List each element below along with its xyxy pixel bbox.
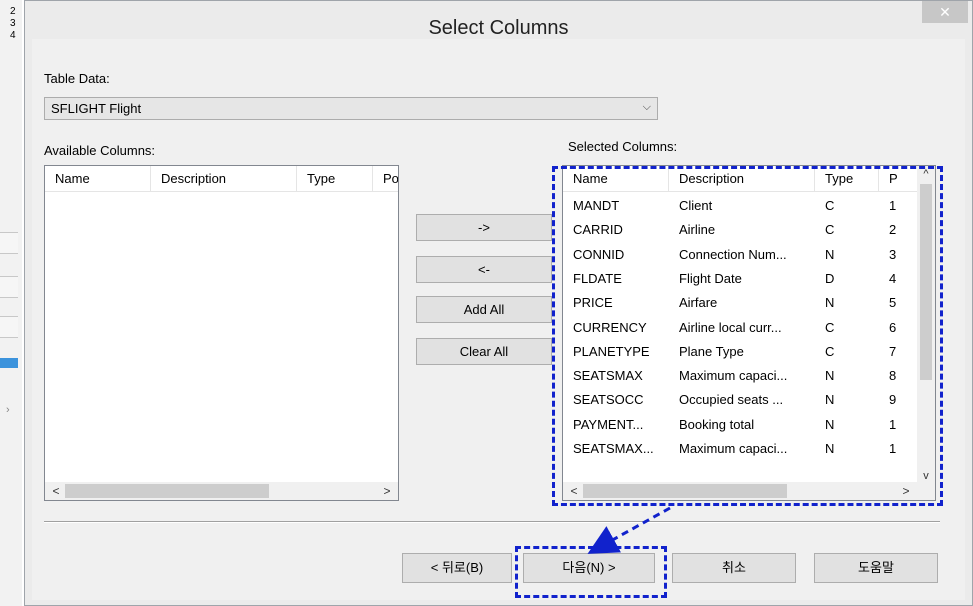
column-header-position[interactable]: Po [373, 166, 398, 192]
close-button[interactable]: ✕ [922, 1, 968, 23]
table-data-select[interactable]: SFLIGHT Flight ⌵ [44, 97, 658, 120]
clear-all-button[interactable]: Clear All [416, 338, 552, 365]
background-row-number: 3 [10, 18, 16, 29]
background-panel-row [0, 232, 18, 254]
background-row-number: 2 [10, 6, 16, 17]
background-selection-marker [0, 358, 18, 368]
column-header-name[interactable]: Name [45, 166, 151, 192]
background-row-number: 4 [10, 30, 16, 41]
selected-columns-label: Selected Columns: [568, 139, 678, 154]
chevron-down-icon: ⌵ [642, 101, 651, 113]
scroll-left-icon[interactable]: < [47, 482, 65, 500]
scroll-right-icon[interactable]: > [378, 482, 396, 500]
cancel-button[interactable]: 취소 [672, 553, 796, 583]
background-app-strip: 2 3 4 › [0, 0, 22, 606]
dialog-title: Select Columns [428, 17, 569, 39]
back-button[interactable]: < 뒤로(B) [402, 553, 512, 583]
available-columns-label: Available Columns: [44, 143, 156, 158]
selected-columns-highlight [552, 166, 943, 506]
add-column-button[interactable]: -> [416, 214, 552, 241]
remove-column-button[interactable]: <- [416, 256, 552, 283]
table-data-select-value: SFLIGHT Flight [51, 101, 142, 116]
scroll-thumb[interactable] [65, 484, 269, 498]
add-all-button[interactable]: Add All [416, 296, 552, 323]
background-panel-row [0, 316, 18, 338]
column-header-type[interactable]: Type [297, 166, 373, 192]
help-button[interactable]: 도움말 [814, 553, 938, 583]
available-columns-header: Name Description Type Po [45, 166, 398, 192]
background-panel-row [0, 276, 18, 298]
footer-divider [44, 521, 940, 523]
table-data-label: Table Data: [44, 71, 110, 86]
available-columns-list[interactable]: Name Description Type Po < > [44, 165, 399, 501]
background-chevron-icon: › [6, 404, 10, 416]
next-button-highlight [515, 546, 667, 598]
column-header-description[interactable]: Description [151, 166, 297, 192]
available-horizontal-scrollbar[interactable]: < > [45, 482, 398, 500]
